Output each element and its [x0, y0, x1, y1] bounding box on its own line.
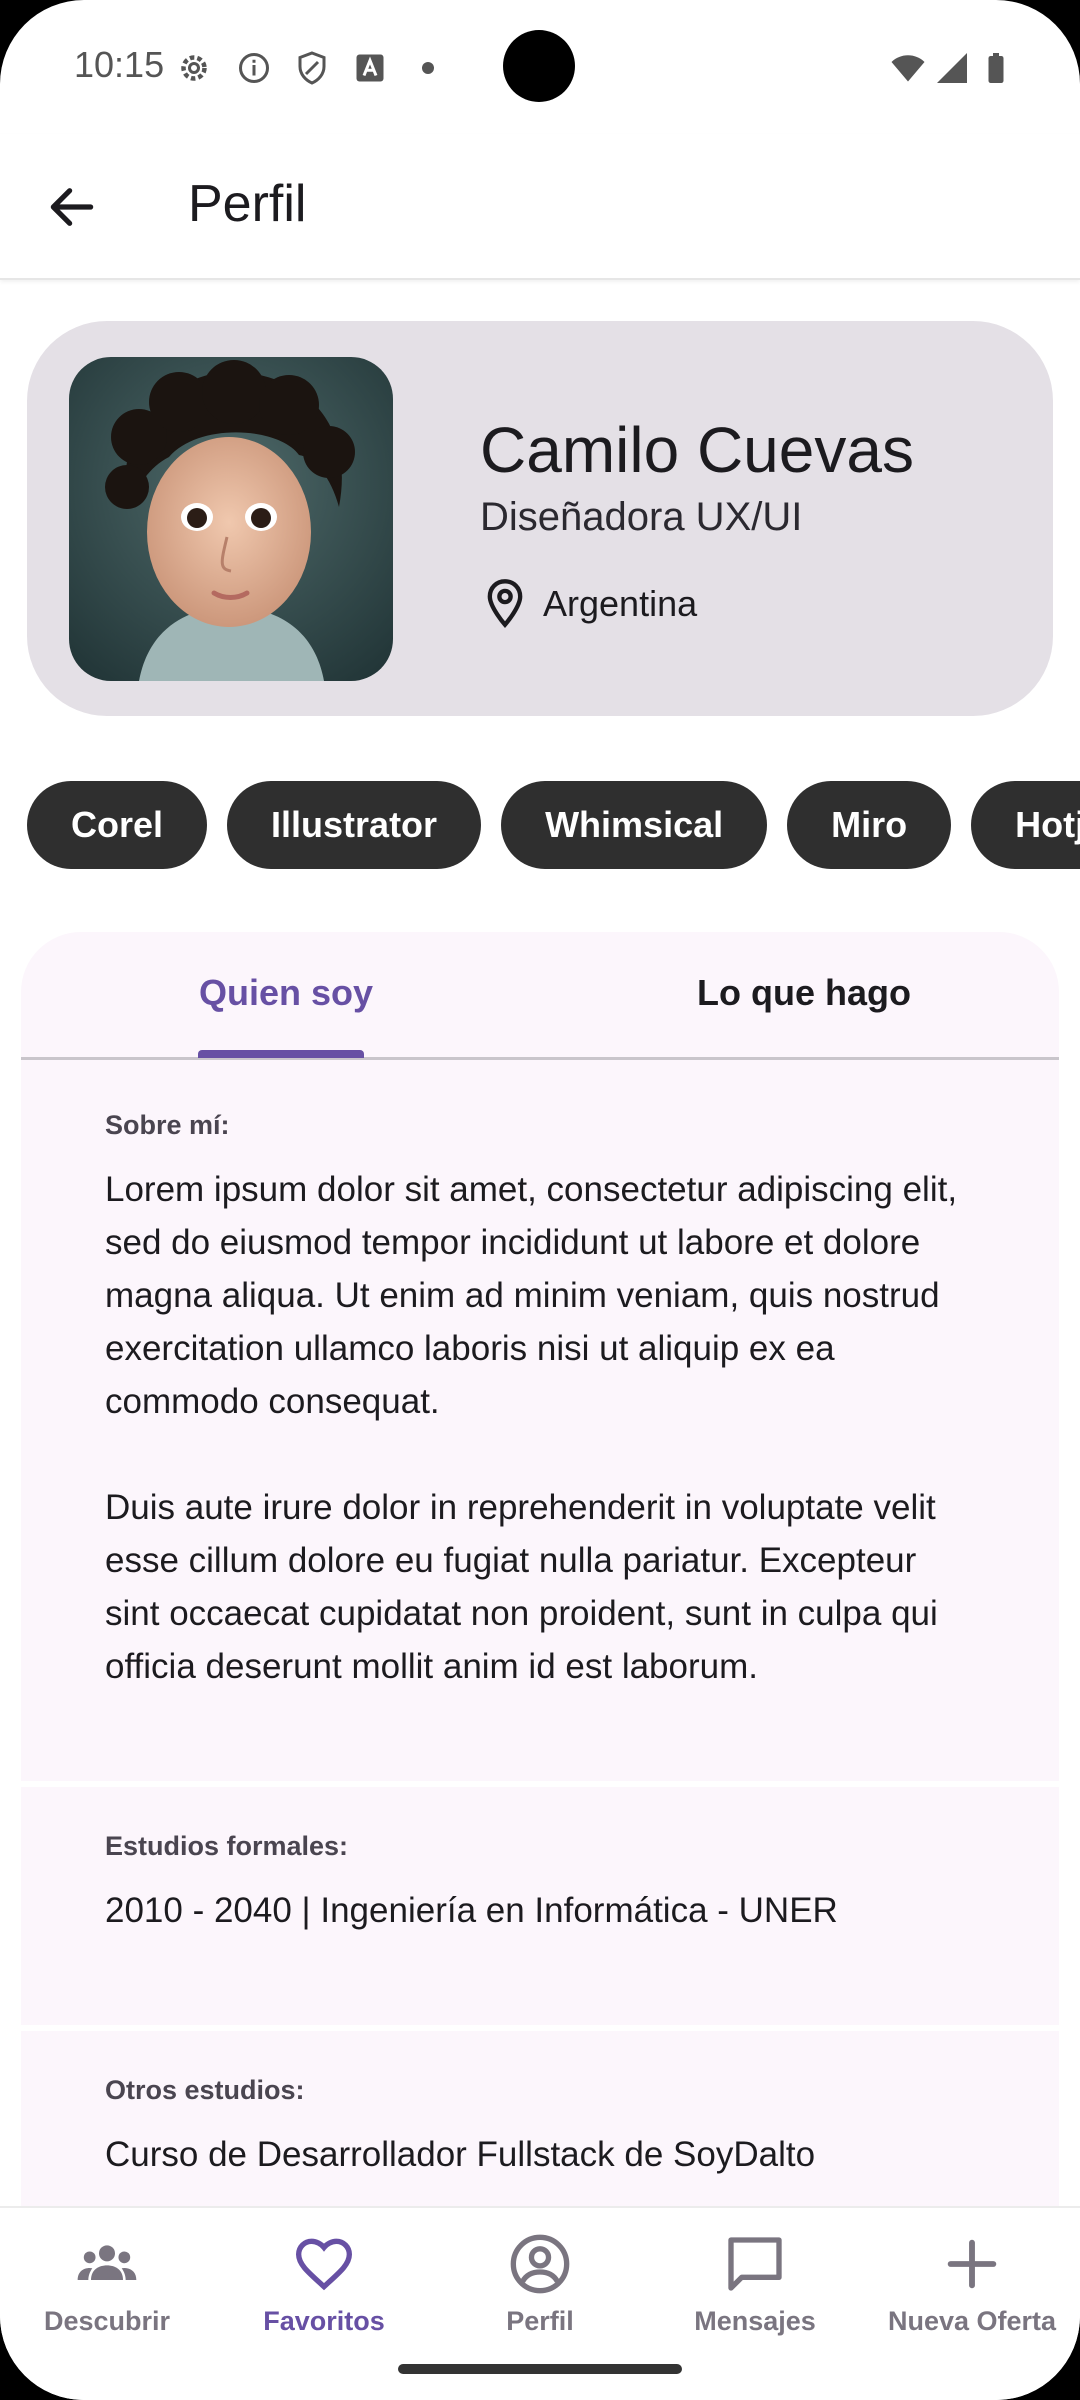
other-studies-block: Otros estudios: Curso de Desarrollador F…: [21, 2031, 1059, 2181]
plus-icon: [947, 2239, 997, 2289]
home-indicator[interactable]: [398, 2364, 682, 2374]
chat-icon: [728, 2237, 782, 2291]
skill-chip[interactable]: Corel: [27, 781, 208, 869]
signal-icon: [937, 53, 967, 83]
group-icon: [77, 2245, 137, 2280]
other-studies-value: Curso de Desarrollador Fullstack de SoyD…: [105, 2135, 816, 2174]
education-block: Estudios formales: 2010 - 2040 | Ingenie…: [21, 1787, 1059, 2025]
education-value: 2010 - 2040 | Ingeniería en Informática …: [105, 1891, 838, 1930]
nav-label: Descubrir: [43, 2306, 171, 2336]
settings-icon: [181, 55, 207, 81]
about-label: Sobre mí:: [105, 1110, 230, 1140]
nav-label: Nueva Oferta: [887, 2306, 1057, 2336]
skill-chip[interactable]: Illustrator: [227, 781, 482, 869]
nav-mensajes[interactable]: Mensajes: [655, 2232, 855, 2337]
camera-cutout: [503, 30, 575, 102]
dot-icon: [422, 62, 434, 74]
heart-icon: [295, 2238, 353, 2291]
nav-descubrir[interactable]: Descubrir: [7, 2232, 207, 2337]
page-title: Perfil: [188, 175, 307, 233]
nav-perfil[interactable]: Perfil: [440, 2232, 640, 2337]
education-label: Estudios formales:: [105, 1831, 349, 1861]
other-studies-label: Otros estudios:: [105, 2075, 305, 2105]
avatar-photo: [69, 357, 393, 681]
nav-label: Favoritos: [263, 2306, 385, 2336]
profile-role: Diseñadora UX/UI: [480, 495, 803, 539]
about-block: Sobre mí: Lorem ipsum dolor sit amet, co…: [21, 1060, 1059, 1781]
nav-label: Mensajes: [694, 2306, 816, 2336]
nav-nueva-oferta[interactable]: Nueva Oferta: [872, 2232, 1072, 2337]
about-paragraph-2: Duis aute irure dolor in reprehenderit i…: [105, 1488, 938, 1686]
back-arrow-icon[interactable]: [44, 179, 100, 235]
tab-quien-soy[interactable]: Quien soy: [199, 972, 373, 1014]
profile-tabs-section: Quien soy Lo que hago Sobre mí: Lorem ip…: [21, 932, 1059, 2212]
skill-chip[interactable]: Miro: [787, 781, 952, 869]
screen: 10:15 Perfil Camilo Cuevas Diseñadora UX…: [0, 0, 1080, 2400]
about-paragraph-1: Lorem ipsum dolor sit amet, consectetur …: [105, 1170, 958, 1421]
skill-chips: Corel Illustrator Whimsical Miro Hotj: [27, 781, 1080, 869]
tab-bar: Quien soy Lo que hago: [21, 932, 1059, 1060]
translate-icon: [356, 54, 384, 82]
wifi-icon: [891, 55, 925, 82]
top-app-bar: Perfil: [0, 134, 1080, 280]
avatar: [69, 357, 393, 681]
battery-icon: [988, 53, 1004, 83]
info-icon: [239, 53, 269, 83]
skill-chip[interactable]: Whimsical: [501, 781, 768, 869]
location-pin-icon: [487, 579, 523, 628]
account-circle-icon: [510, 2234, 570, 2294]
skill-chip[interactable]: Hotj: [971, 781, 1080, 869]
tab-indicator: [198, 1050, 364, 1058]
nav-label: Perfil: [506, 2306, 574, 2336]
status-time: 10:15: [74, 44, 165, 85]
shield-icon: [298, 51, 326, 85]
tab-lo-que-hago[interactable]: Lo que hago: [697, 972, 911, 1014]
profile-name: Camilo Cuevas: [480, 414, 914, 486]
nav-favoritos[interactable]: Favoritos: [224, 2232, 424, 2337]
profile-location: Argentina: [543, 583, 698, 624]
status-bar: 10:15: [0, 0, 1080, 134]
profile-card: Camilo Cuevas Diseñadora UX/UI Argentina: [27, 321, 1053, 716]
